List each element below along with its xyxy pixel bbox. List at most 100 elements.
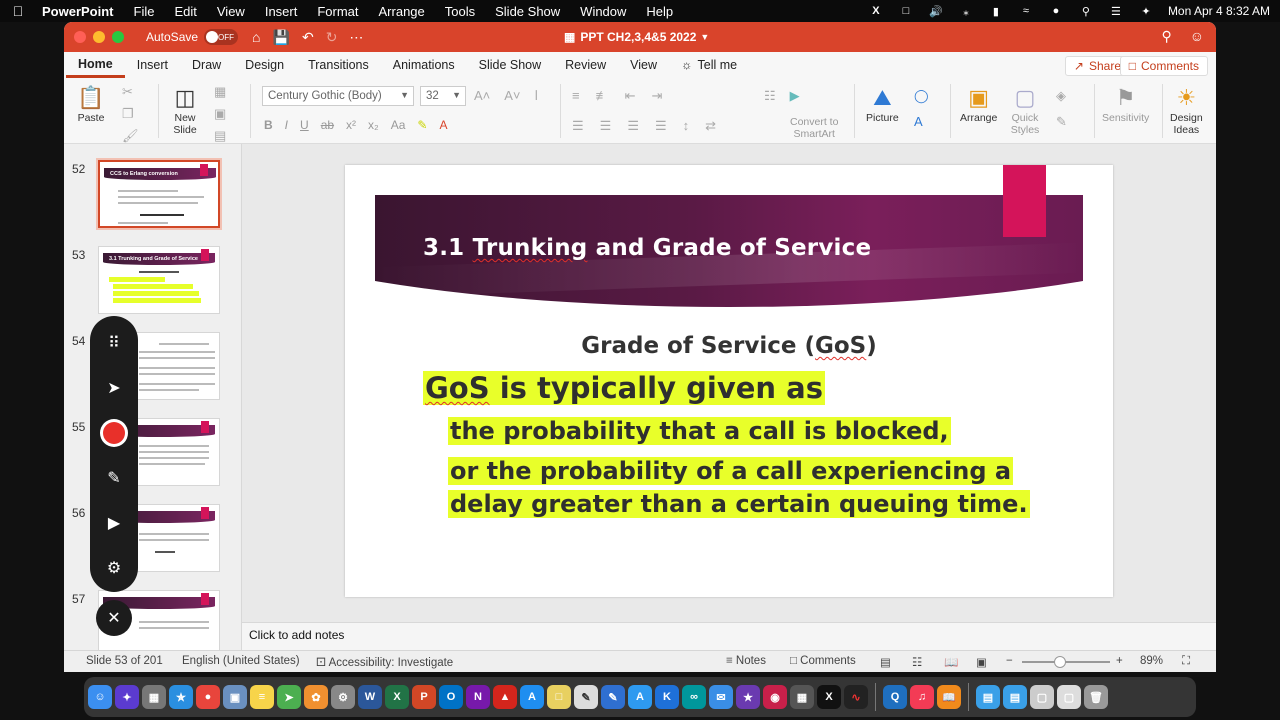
convert-smartart-button[interactable]: Convert to SmartArt (790, 116, 838, 140)
slide-thumbnail-53[interactable]: 3.1 Trunking and Grade of Service (98, 246, 220, 314)
video-icon[interactable]: ▶ (90, 508, 138, 538)
line-spacing-icon[interactable]: ↕ (683, 118, 690, 134)
documents-stack-icon[interactable]: ▢ (1057, 685, 1081, 709)
launchpad-icon[interactable]: ▦ (142, 685, 166, 709)
menu-clock[interactable]: Mon Apr 4 8:32 AM (1168, 4, 1270, 18)
slide-editing-canvas[interactable]: 3.1 Trunking and Grade of Service Grade … (242, 144, 1216, 622)
highlight-icon[interactable]: ✎ (417, 118, 427, 132)
slide-bullet-3[interactable]: delay greater than a certain queuing tim… (448, 490, 1030, 518)
menu-insert[interactable]: Insert (255, 4, 308, 19)
language-indicator[interactable]: English (United States) (182, 655, 300, 667)
search-icon[interactable]: ⚲ (1161, 28, 1171, 45)
textedit-icon[interactable]: ✎ (574, 685, 598, 709)
clear-format-icon[interactable]: ا (535, 88, 539, 104)
menu-edit[interactable]: Edit (164, 4, 206, 19)
layout-icon[interactable]: ▦ (214, 84, 226, 100)
slide-sorter-icon[interactable]: ☷ (912, 655, 922, 669)
increase-indent-icon[interactable]: ⇥ (652, 88, 663, 104)
redo-icon[interactable]: ↻ (326, 29, 338, 46)
books-icon[interactable]: 📖 (937, 685, 961, 709)
align-right-icon[interactable]: ☰ (627, 118, 639, 134)
powerpoint-icon[interactable]: P (412, 685, 436, 709)
siri-icon[interactable]: ✦ (115, 685, 139, 709)
zoom-slider-handle[interactable] (1054, 656, 1066, 668)
arduino-icon[interactable]: ∞ (682, 685, 706, 709)
maps-icon[interactable]: ➤ (277, 685, 301, 709)
chevron-down-icon[interactable]: ▼ (700, 32, 709, 42)
font-name-select[interactable]: Century Gothic (Body) ▼ (262, 86, 414, 106)
tab-home[interactable]: Home (66, 52, 125, 78)
bluetooth-icon[interactable]: ⁎ (958, 5, 974, 18)
spotlight-search-icon[interactable]: ⚲ (1078, 5, 1094, 18)
align-center-icon[interactable]: ☰ (600, 118, 612, 134)
save-icon[interactable]: 💾 (273, 29, 290, 46)
normal-view-icon[interactable]: ▤ (880, 655, 891, 669)
menu-help[interactable]: Help (636, 4, 683, 19)
screenshot-stack-icon[interactable]: ▢ (1030, 685, 1054, 709)
notes-pane[interactable]: Click to add notes (242, 622, 1216, 650)
quick-styles-button[interactable]: ▢ Quick Styles (1010, 84, 1040, 136)
xcode-icon[interactable]: A (628, 685, 652, 709)
folder-icon[interactable]: ▤ (976, 685, 1000, 709)
tab-design[interactable]: Design (233, 52, 296, 78)
tab-draw[interactable]: Draw (180, 52, 233, 78)
control-center-icon[interactable]: ☰ (1108, 5, 1124, 18)
cut-icon[interactable]: ✂ (122, 84, 139, 100)
menu-view[interactable]: View (207, 4, 255, 19)
chrome-icon[interactable]: ● (196, 685, 220, 709)
copy-icon[interactable]: ❐ (122, 106, 139, 122)
shapes-icon[interactable]: ◯ (914, 88, 929, 104)
font-size-select[interactable]: 32 ▼ (420, 86, 466, 106)
picture-button[interactable]: ⛰ Picture (866, 84, 899, 124)
design-ideas-button[interactable]: ☀ Design Ideas (1170, 84, 1203, 136)
account-icon[interactable]: ☺ (1190, 28, 1204, 45)
more-options-icon[interactable]: ⋯ (349, 29, 363, 46)
autosave-toggle[interactable]: OFF (204, 29, 239, 45)
notes-toggle[interactable]: ≡ Notes (726, 655, 766, 667)
increase-font-icon[interactable]: A˄ (474, 88, 490, 104)
slide-bullet-2[interactable]: or the probability of a call experiencin… (448, 457, 1014, 485)
menu-slide-show[interactable]: Slide Show (485, 4, 570, 19)
settings-gear-icon[interactable]: ⚙ (90, 553, 138, 583)
paste-button[interactable]: 📋 Paste (76, 84, 106, 124)
menu-file[interactable]: File (124, 4, 165, 19)
sensitivity-button[interactable]: ⚑ Sensitivity (1102, 84, 1149, 124)
imovie-icon[interactable]: ★ (736, 685, 760, 709)
trash-icon[interactable]: 🗑 (1084, 685, 1108, 709)
x-app-icon[interactable]: X (817, 685, 841, 709)
bold-icon[interactable]: B (264, 118, 273, 132)
italic-icon[interactable]: I (285, 118, 288, 132)
text-direction-icon[interactable]: ⇄ (705, 118, 716, 134)
arrange-button[interactable]: ▣ Arrange (960, 84, 997, 124)
zoom-in-icon[interactable]: + (1116, 655, 1123, 667)
accessibility-status[interactable]: ⚀ Accessibility: Investigate (316, 655, 453, 669)
volume-icon[interactable]: 🔊 (928, 5, 944, 18)
zoom-slider[interactable] (1022, 661, 1110, 663)
comments-toggle[interactable]: □ Comments (790, 655, 856, 667)
slide-thumbnail-52[interactable]: CCS to Erlang conversion (98, 160, 220, 228)
quicktime-icon[interactable]: Q (883, 685, 907, 709)
strikethrough-icon[interactable]: ab (321, 118, 334, 132)
drag-handle-icon[interactable]: ⠿ (90, 328, 138, 358)
reset-icon[interactable]: ▣ (214, 106, 226, 122)
calculator-icon[interactable]: ▦ (790, 685, 814, 709)
superscript-icon[interactable]: x² (346, 118, 356, 132)
menu-format[interactable]: Format (307, 4, 368, 19)
new-slide-button[interactable]: ◫ New Slide (170, 84, 200, 136)
font-color-icon[interactable]: A (439, 118, 447, 132)
siri-icon[interactable]: ✦ (1138, 5, 1154, 18)
outlook-icon[interactable]: O (439, 685, 463, 709)
onenote-icon[interactable]: N (466, 685, 490, 709)
photos-icon[interactable]: ✿ (304, 685, 328, 709)
record-button[interactable] (90, 418, 138, 448)
screen-mirror-icon[interactable]: □ (898, 5, 914, 17)
menu-arrange[interactable]: Arrange (369, 4, 435, 19)
undo-icon[interactable]: ↶ (302, 29, 314, 46)
word-icon[interactable]: W (358, 685, 382, 709)
mail-icon[interactable]: ✉ (709, 685, 733, 709)
x-app-icon[interactable]: X (868, 5, 884, 17)
shape-outline-icon[interactable]: ✎ (1056, 114, 1067, 130)
keynote-icon[interactable]: K (655, 685, 679, 709)
downloads-folder-icon[interactable]: ▤ (1003, 685, 1027, 709)
slide-bullet-1[interactable]: the probability that a call is blocked, (448, 417, 951, 445)
